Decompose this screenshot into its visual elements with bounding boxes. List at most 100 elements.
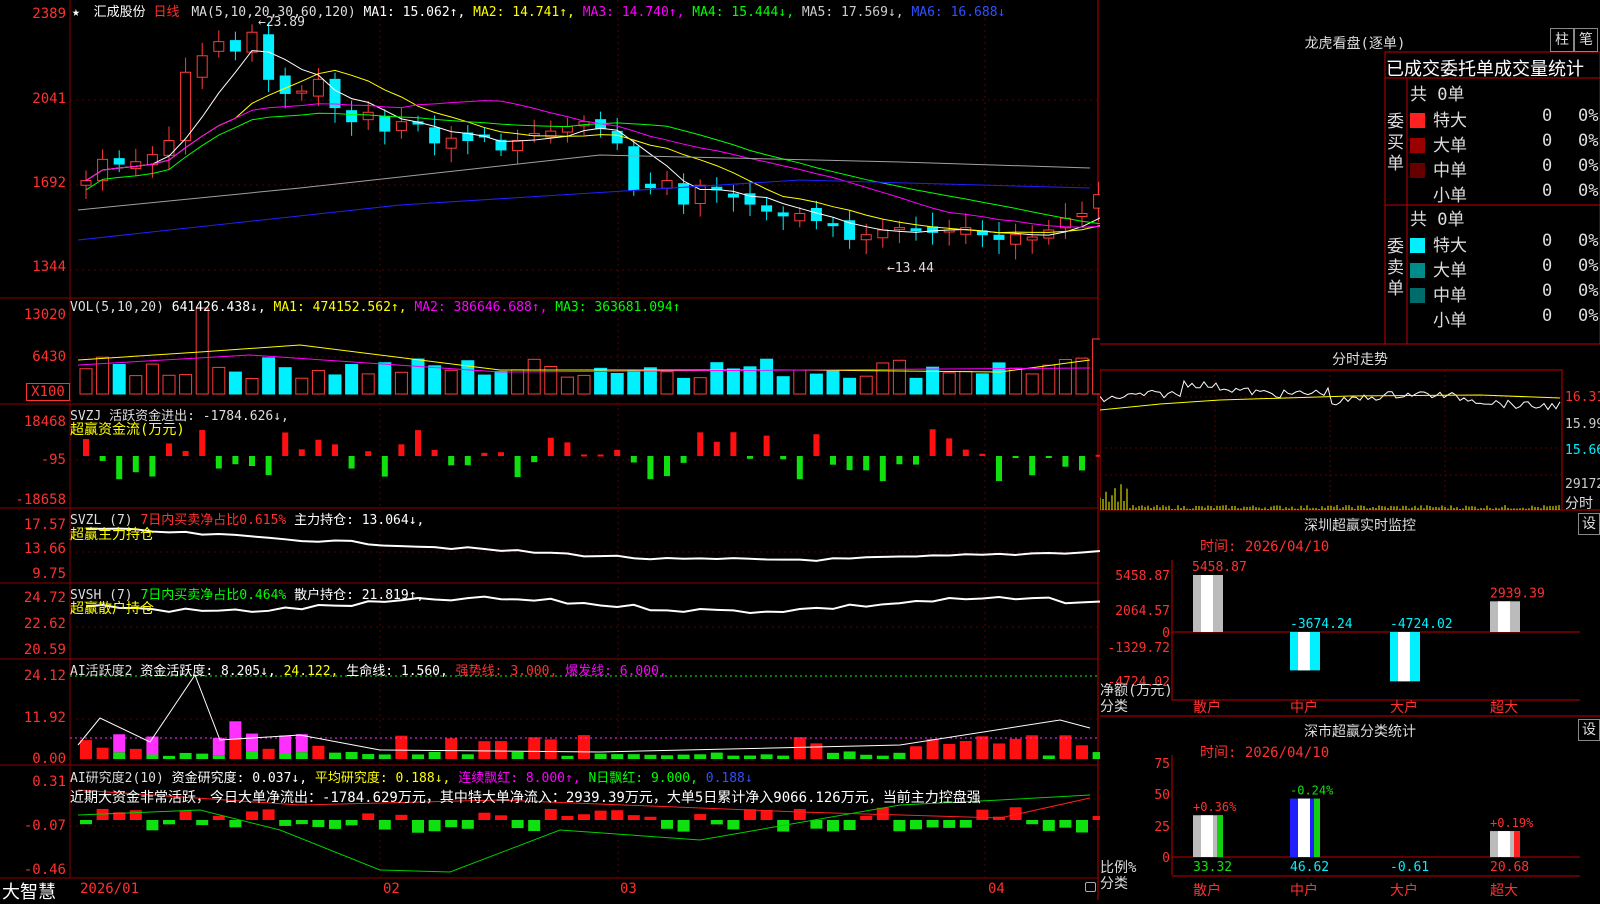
ai-active-bar [478,741,491,759]
ai-research-bar [395,814,408,820]
classify-value: -0.61 [1390,860,1429,875]
candle-body [960,227,972,235]
brand-logo[interactable]: 大智慧 [2,878,56,904]
star-icon[interactable]: ★ [72,5,80,20]
ai-research-p4: N日飘红: 9.000, [588,771,698,786]
vol-value: 641426.438↓, [171,300,266,315]
fund-flow-bar [913,456,919,465]
fund-flow-bar [597,454,604,457]
price-axis-label: 1692 [32,175,66,191]
volume-bar [96,356,110,395]
date-label: 02 [383,881,400,897]
fund-flow-bar [282,432,289,456]
ai-active-bar [179,752,192,759]
ai-research-bar [295,820,308,825]
monitor-value: 2939.39 [1490,586,1545,601]
ai-active-bar [212,755,225,759]
vol-legend: VOL(5,10,20) 641426.438↓, MA1: 474152.56… [70,300,681,315]
ai-burst-bar [295,734,308,753]
ai-research-legend: AI研究度2(10) 资金研究度: 0.037↓, 平均研究度: 0.188↓,… [70,767,753,786]
fund-flow-bar [481,452,488,456]
main-chart-area[interactable] [0,0,1100,900]
bar-tab-button[interactable]: 柱 [1550,28,1574,52]
monitor-settings-button[interactable]: 设 [1578,513,1600,535]
ai-research-bar [627,815,640,820]
candle-body [993,234,1005,240]
vol-unit-label[interactable]: X100 [26,383,70,401]
fund-flow-bar [962,449,969,456]
order-size-label: 特大 [1433,236,1467,256]
ai-active-bar [428,751,441,759]
ai-active-bar [395,735,408,759]
svzl-holding: 主力持仓: 13.064↓, [294,513,425,528]
classify-settings-button[interactable]: 设 [1578,719,1600,741]
price-axis-label: 1344 [32,259,66,275]
order-count: 0 [1542,256,1553,276]
classify-change-bar [1314,798,1320,857]
date-label: 03 [620,881,637,897]
ai-active-bar [279,753,292,759]
ai-research-bar [461,820,474,829]
ai-research-bar [1076,820,1088,833]
fund-flow-bar [780,456,787,460]
stock-name: 汇成股份 [93,5,146,20]
order-color-swatch [1410,263,1425,278]
classify-bar-highlight [1298,798,1310,857]
fund-flow-bar [547,437,554,456]
ai-active-bar [461,754,474,759]
volume-bar [743,366,757,395]
classify-value: 46.62 [1290,860,1329,875]
dragon-title: 龙虎看盘(逐单) [1304,36,1406,52]
ai-research-bar [478,812,491,820]
ai-research-bar [561,816,574,820]
ma4-line [85,112,1100,225]
order-row: 大单 0 0% [1410,256,1598,281]
ai-active-legend: AI活跃度2 资金活跃度: 8.205↓, 24.122, 生命线: 1.560… [70,660,667,679]
period-label[interactable]: 日线 [154,5,180,20]
volume-bar [179,374,193,395]
order-row: 小单 0 0% [1410,181,1598,206]
volume-bar [1042,364,1056,395]
ai-research-axis-label: 0.31 [32,774,66,790]
ai-active-bar [843,751,856,759]
classify-axis-label: 75 [1154,757,1170,772]
candles [80,22,1100,260]
classify-bar-highlight [1498,831,1510,857]
candle-body [893,227,905,231]
lock-icon[interactable] [1085,882,1096,892]
fund-flow-bar [863,456,870,471]
ai-active-bar [810,743,823,759]
svzj-axis-label: -18658 [15,492,66,508]
candle-body [379,115,391,132]
ma2-value: MA2: 14.741↑, [473,5,575,20]
ai-research-bar [661,820,673,829]
tick-tab-button[interactable]: 笔 [1574,28,1598,52]
ai-active-bar [1009,738,1022,759]
volume-bar [1058,358,1072,395]
volume-bar [494,370,508,395]
order-color-swatch [1410,113,1425,128]
ai-research-bar [843,820,856,831]
fund-flow-bar [979,453,986,456]
ai-research-axis-label: -0.46 [23,862,66,878]
order-size-label: 中单 [1433,161,1467,181]
volume-bar [212,366,226,395]
fund-flow-bar [332,444,338,456]
ai-active-bar [926,739,939,759]
ma6-value: MA6: 16.688↓ [911,5,1006,20]
ai-research-bar [810,820,823,829]
volume-bar [726,368,740,395]
main-holding-line [85,527,1100,562]
ai-research-bar [129,810,142,820]
svsh-axis-label: 22.62 [23,616,66,632]
ai-research-bar [495,815,507,820]
ai-active-bar [1042,755,1055,759]
classify-value: 33.32 [1193,860,1232,875]
candle-body [279,75,291,94]
fund-flow-bar [996,456,1002,482]
ai-research-bar [163,820,175,825]
fund-flow-bar [381,456,388,477]
order-percent: 0% [1578,131,1599,151]
candle-body [1026,236,1038,241]
fund-flow-bar [315,439,322,456]
